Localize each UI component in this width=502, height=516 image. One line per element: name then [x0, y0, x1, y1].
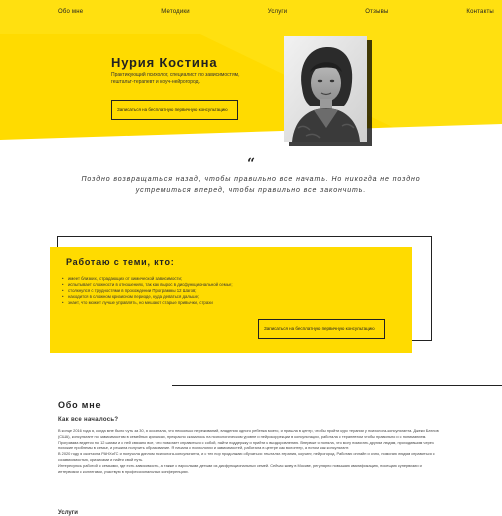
hero-section: Обо мне Методики Услуги Отзывы Контакты … — [0, 0, 502, 150]
work-audience-list: имеет близких, страдающих от химической … — [62, 276, 342, 306]
nav-link-methods[interactable]: Методики — [161, 9, 190, 21]
services-section-title: Услуги — [58, 510, 78, 516]
nav-link-reviews[interactable]: Отзывы — [365, 9, 388, 21]
hero-description: Практикующий психолог, специалист по зав… — [111, 72, 240, 85]
nav-link-about[interactable]: Обо мне — [58, 9, 83, 21]
work-consultation-button[interactable]: Записаться на бесплатную первичную консу… — [258, 319, 385, 339]
about-section-title: Обо мне — [58, 400, 102, 410]
about-paragraph: Интересуюсь работой с семьями, где есть … — [58, 462, 422, 474]
nav-link-services[interactable]: Услуги — [268, 9, 288, 21]
list-item: знает, что может лучше управлять, но меш… — [62, 300, 342, 306]
about-paragraph: В конце 2016 года я, когда мне было чуть… — [58, 428, 439, 439]
hero-consultation-button[interactable]: Записаться на бесплатную первичную консу… — [111, 100, 238, 120]
section-divider — [172, 385, 502, 386]
about-subtitle: Как все началось? — [58, 417, 119, 423]
work-section-title: Работаю с теми, кто: — [66, 257, 175, 267]
about-text: В конце 2016 года я, когда мне было чуть… — [58, 428, 442, 474]
quote-text: Поздно возвращаться назад, чтобы правиль… — [81, 176, 421, 194]
quote-icon: “ — [246, 156, 256, 172]
hero-name: Нурия Костина — [111, 55, 218, 70]
about-paragraph: Программа ведется по 12 шагам и с ней св… — [58, 439, 434, 451]
about-paragraph: В 2020 году я окончила РАНХиГС и получил… — [58, 451, 435, 462]
main-nav: Обо мне Методики Услуги Отзывы Контакты — [0, 9, 502, 21]
nav-link-contacts[interactable]: Контакты — [466, 9, 494, 21]
profile-photo — [284, 36, 367, 142]
